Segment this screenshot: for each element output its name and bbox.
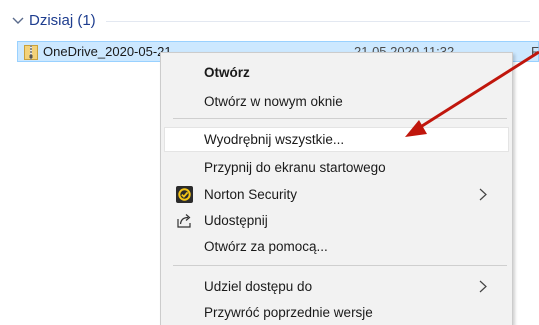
share-icon	[177, 214, 191, 228]
menu-item-label: Udziel dostępu do	[204, 279, 313, 294]
group-header[interactable]: Dzisiaj (1)	[10, 8, 530, 32]
menu-item-label: Otwórz w nowym oknie	[204, 94, 343, 109]
menu-item-pin-to-start[interactable]: Przypnij do ekranu startowego	[164, 155, 509, 180]
zip-folder-icon	[24, 45, 38, 60]
menu-item-norton-security[interactable]: Norton Security	[164, 182, 509, 207]
menu-item-label: Otwórz	[204, 65, 250, 80]
menu-item-label: Norton Security	[204, 187, 298, 202]
context-menu: Otwórz Otwórz w nowym oknie Wyodrębnij w…	[160, 52, 513, 325]
menu-item-restore-versions[interactable]: Przywróć poprzednie wersje	[164, 300, 509, 325]
menu-item-extract-all[interactable]: Wyodrębnij wszystkie...	[164, 127, 509, 152]
menu-item-open-new-window[interactable]: Otwórz w nowym oknie	[164, 89, 509, 114]
chevron-down-icon[interactable]	[10, 12, 26, 28]
file-name: OneDrive_2020-05-21	[43, 44, 172, 59]
menu-item-open-with[interactable]: Otwórz za pomocą...	[164, 234, 509, 259]
menu-item-label: Przypnij do ekranu startowego	[204, 160, 386, 175]
menu-item-share[interactable]: Udostępnij	[164, 208, 509, 233]
group-title: Dzisiaj (1)	[29, 11, 96, 29]
file-type: F	[531, 44, 539, 59]
menu-item-open[interactable]: Otwórz	[164, 60, 509, 85]
chevron-right-icon	[479, 188, 487, 201]
menu-item-label: Otwórz za pomocą...	[204, 239, 328, 254]
menu-item-label: Udostępnij	[204, 213, 268, 228]
menu-item-give-access[interactable]: Udziel dostępu do	[164, 274, 509, 299]
norton-icon	[176, 186, 193, 203]
menu-separator	[173, 265, 507, 266]
chevron-right-icon	[479, 280, 487, 293]
group-divider	[105, 20, 530, 22]
menu-item-label: Wyodrębnij wszystkie...	[204, 132, 345, 147]
menu-item-label: Przywróć poprzednie wersje	[204, 305, 373, 320]
menu-separator	[173, 118, 507, 119]
